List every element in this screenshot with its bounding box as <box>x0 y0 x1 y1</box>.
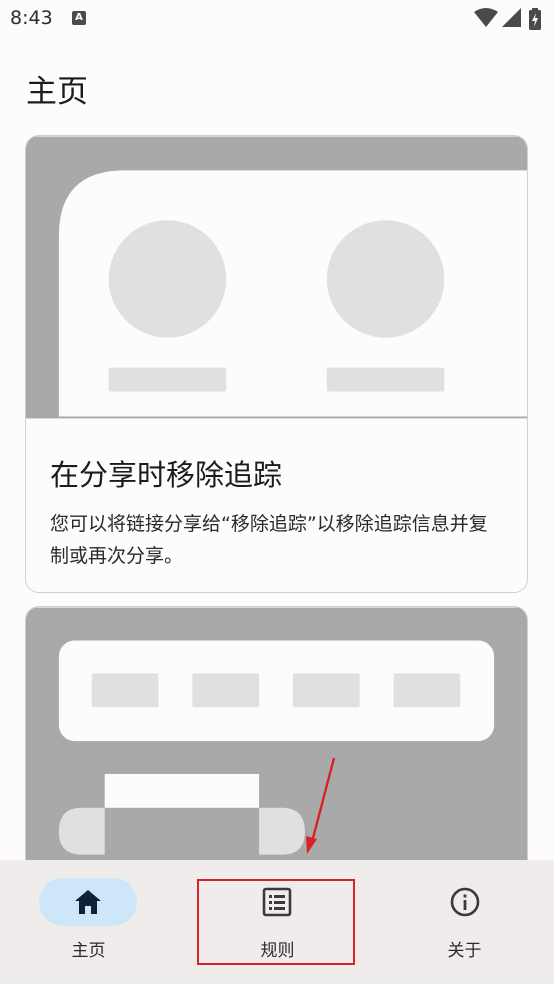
nav-label-home: 主页 <box>71 941 106 961</box>
card-heading: 在分享时移除追踪 <box>50 458 283 492</box>
notification-icon: A <box>72 11 86 25</box>
home-icon <box>75 890 101 914</box>
signal-icon <box>502 8 521 27</box>
share-illustration <box>26 136 527 419</box>
wifi-icon <box>474 8 498 27</box>
nav-item-home[interactable]: 主页 <box>0 860 185 970</box>
status-time: 8:43 <box>10 7 53 29</box>
info-icon <box>450 887 480 917</box>
card-body-text: 您可以将链接分享给“移除追踪”以移除追踪信息并复制或再次分享。 <box>50 513 488 567</box>
annotation-highlight-box <box>197 879 355 965</box>
page-title: 主页 <box>26 74 88 110</box>
nav-label-about: 关于 <box>447 941 482 961</box>
annotation-arrow-icon <box>306 757 336 854</box>
status-bar: 8:43 A <box>0 0 554 38</box>
feature-card-share: 在分享时移除追踪 您可以将链接分享给“移除追踪”以移除追踪信息并复制或再次分享。 <box>25 135 528 593</box>
battery-icon <box>529 8 541 30</box>
nav-item-about[interactable]: 关于 <box>370 860 554 970</box>
